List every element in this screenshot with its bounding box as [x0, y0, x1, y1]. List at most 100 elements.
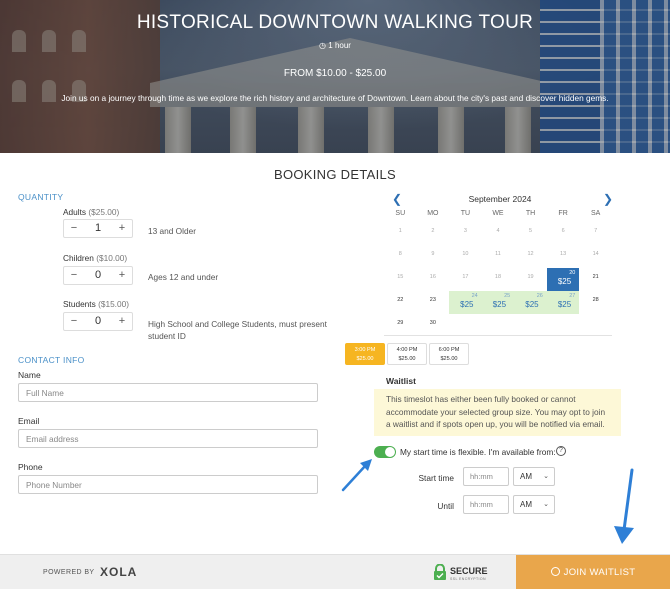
- waitlist-title: Waitlist: [386, 376, 416, 386]
- children-quantity-value[interactable]: 0: [84, 267, 112, 284]
- students-quantity-value[interactable]: 0: [84, 313, 112, 330]
- next-month-icon[interactable]: ❯: [603, 192, 613, 206]
- calendar-day: 8: [384, 245, 417, 268]
- stopwatch-icon: [550, 567, 560, 576]
- calendar-day: 29: [384, 314, 417, 337]
- calendar-day-number: 25: [504, 293, 511, 299]
- duration-text: 1 hour: [328, 41, 351, 50]
- calendar-weeks: 1 2 3 4 5 6 7 8 9 10 11 12 13 14 15 16 17 18 19 20 $25 21 22 23…: [384, 222, 612, 337]
- calendar-day[interactable]: 24 $25: [449, 291, 482, 314]
- calendar-day[interactable]: 25 $25: [481, 291, 515, 314]
- tour-duration: ◷ 1 hour: [0, 41, 670, 50]
- until-ampm-value: AM: [520, 500, 532, 509]
- annotation-arrow-icon: [614, 468, 634, 544]
- calendar-day: 12: [514, 245, 547, 268]
- calendar-day-price: $25: [525, 300, 539, 309]
- calendar-day[interactable]: 20 $25: [546, 268, 580, 291]
- until-ampm-select[interactable]: AM ⌄: [513, 495, 555, 514]
- footer-bar: POWERED BY XOLA SECURE SSL ENCRYPTION JO…: [0, 554, 670, 589]
- calendar-day-number: 15: [397, 274, 404, 280]
- calendar-day-number: 5: [529, 228, 533, 234]
- children-price: ($10.00): [96, 253, 128, 263]
- children-stepper: − 0 +: [63, 266, 133, 285]
- adults-increment-button[interactable]: +: [112, 220, 132, 237]
- calendar-day: 16: [417, 268, 450, 291]
- calendar-day-number: 1: [398, 228, 402, 234]
- ssl-encryption-label: SSL ENCRYPTION: [450, 577, 486, 581]
- start-ampm-select[interactable]: AM ⌄: [513, 467, 555, 486]
- children-increment-button[interactable]: +: [112, 267, 132, 284]
- join-waitlist-label: JOIN WAITLIST: [563, 567, 636, 578]
- calendar-day-number: 3: [463, 228, 467, 234]
- help-icon[interactable]: ?: [556, 446, 566, 456]
- quantity-label: QUANTITY: [18, 192, 64, 202]
- join-waitlist-button[interactable]: JOIN WAITLIST: [516, 555, 670, 589]
- calendar-day: 19: [514, 268, 547, 291]
- calendar-day: 10: [449, 245, 482, 268]
- timeslot-button[interactable]: 3:00 PM $25.00: [345, 343, 385, 365]
- calendar-day-number: 12: [527, 251, 534, 257]
- until-time-input[interactable]: [463, 495, 509, 514]
- calendar-day-price: $25: [557, 277, 572, 286]
- calendar-day: 28: [579, 291, 612, 314]
- calendar-day-number: 8: [398, 251, 402, 257]
- students-price: ($15.00): [98, 299, 129, 309]
- clock-icon: ◷: [319, 41, 327, 50]
- calendar-day-number: 20: [569, 270, 576, 276]
- weekday-label: TH: [525, 210, 536, 217]
- calendar-day: 4: [482, 222, 515, 245]
- calendar-day: 17: [449, 268, 482, 291]
- students-description: High School and College Students, must p…: [148, 319, 327, 341]
- calendar-day-number: 13: [560, 251, 567, 257]
- email-input[interactable]: [18, 429, 318, 448]
- calendar-day-number: 29: [397, 320, 404, 326]
- phone-input[interactable]: [18, 475, 318, 494]
- students-name: Students: [63, 299, 96, 309]
- calendar-day-number: 9: [431, 251, 435, 257]
- adults-quantity-value[interactable]: 1: [84, 220, 112, 237]
- calendar-day-number: 28: [592, 297, 599, 303]
- calendar-day[interactable]: 26 $25: [514, 291, 547, 314]
- calendar-week-row: 1 2 3 4 5 6 7: [384, 222, 612, 245]
- students-label: Students ($15.00): [63, 299, 129, 309]
- calendar-day: 5: [514, 222, 547, 245]
- calendar-weekday-row: SU MO TU WE TH FR SA: [384, 210, 612, 222]
- students-decrement-button[interactable]: −: [64, 313, 84, 330]
- calendar-day-number: 22: [397, 297, 404, 303]
- hero-banner: HISTORICAL DOWNTOWN WALKING TOUR ◷ 1 hou…: [0, 0, 670, 153]
- full-name-input[interactable]: [18, 383, 318, 402]
- calendar-day-number: 21: [592, 274, 599, 280]
- name-label: Name: [18, 370, 41, 380]
- xola-logo: XOLA: [100, 565, 138, 579]
- calendar-day-number: 4: [496, 228, 500, 234]
- timeslot-time: 4:00 PM: [396, 347, 418, 353]
- calendar-day-number: 23: [429, 297, 436, 303]
- chevron-down-icon: ⌄: [543, 501, 549, 508]
- calendar-week-row: 22 23 24 $25 25 $25 26 $25 27 $25 28: [384, 291, 612, 314]
- start-time-input[interactable]: [463, 467, 509, 486]
- children-description: Ages 12 and under: [148, 272, 219, 282]
- weekday-label: SA: [590, 210, 601, 217]
- phone-label: Phone: [18, 462, 43, 472]
- calendar-day-number: 26: [536, 293, 543, 299]
- booking-details-title: BOOKING DETAILS: [273, 167, 396, 182]
- start-ampm-value: AM: [520, 472, 532, 481]
- annotation-arrow-icon: [341, 459, 372, 492]
- calendar-day-number: 30: [429, 320, 436, 326]
- calendar-day: 15: [384, 268, 417, 291]
- adults-description: 13 and Older: [148, 226, 196, 236]
- calendar-day-number: 18: [494, 274, 502, 280]
- adults-decrement-button[interactable]: −: [64, 220, 84, 237]
- timeslot-button[interactable]: 4:00 PM $25.00: [387, 343, 427, 365]
- waitlist-notice: This timeslot has either been fully book…: [374, 389, 621, 436]
- calendar-day: 11: [482, 245, 515, 268]
- children-decrement-button[interactable]: −: [64, 267, 84, 284]
- calendar-week-row: 15 16 17 18 19 20 $25 21: [384, 268, 612, 291]
- calendar-day[interactable]: 27 $25: [546, 291, 580, 314]
- contact-info-label: CONTACT INFO: [18, 355, 85, 365]
- calendar-day-number: 24: [471, 293, 478, 299]
- timeslot-button[interactable]: 6:00 PM $25.00: [429, 343, 469, 365]
- students-increment-button[interactable]: +: [112, 313, 132, 330]
- adults-label: Adults ($25.00): [63, 207, 119, 217]
- prev-month-icon[interactable]: ❮: [392, 192, 402, 206]
